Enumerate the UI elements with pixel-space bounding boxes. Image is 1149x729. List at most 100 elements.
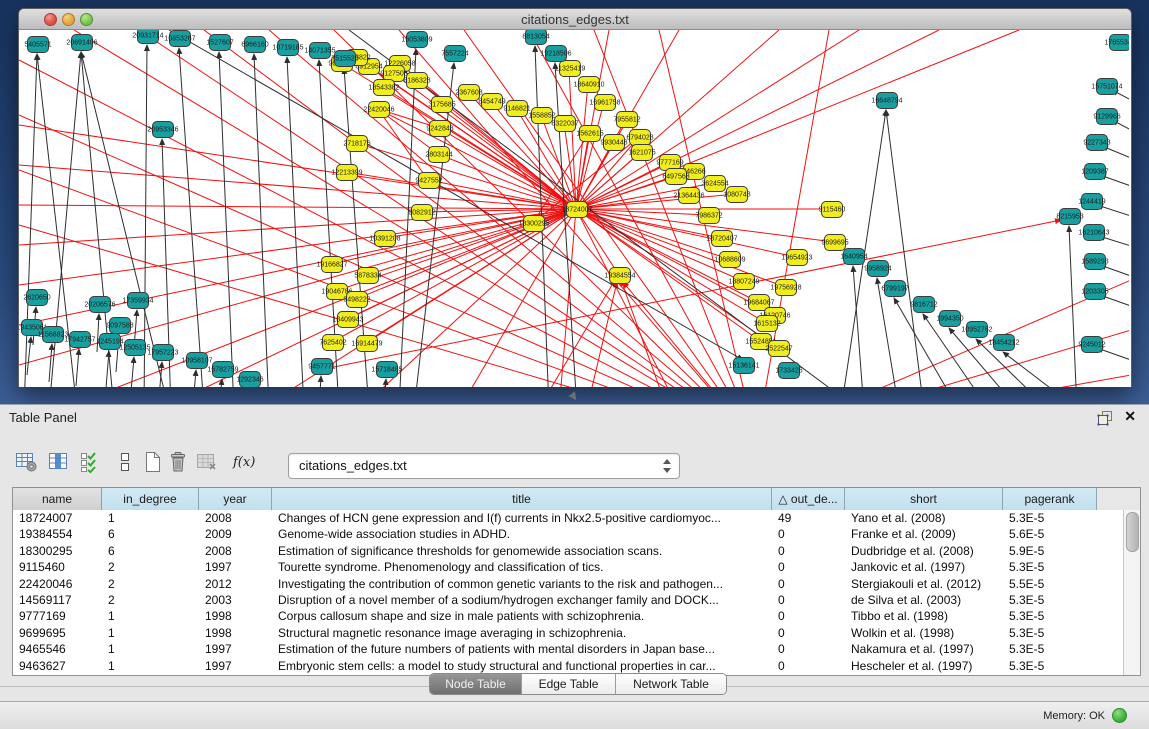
network-node[interactable]: 18409943 bbox=[337, 311, 359, 328]
network-node[interactable]: 17942757 bbox=[69, 331, 91, 348]
network-node[interactable]: 19218506 bbox=[545, 45, 567, 62]
network-node[interactable]: 9498222 bbox=[346, 291, 368, 308]
network-node[interactable]: 7557224 bbox=[444, 45, 466, 62]
network-node[interactable]: 15718485 bbox=[376, 361, 398, 378]
network-node[interactable]: 6497568 bbox=[665, 168, 687, 185]
network-node[interactable]: 8215953 bbox=[1059, 208, 1081, 225]
network-node[interactable]: 1562615 bbox=[579, 125, 601, 142]
network-node[interactable]: 6799197 bbox=[884, 280, 906, 297]
new-document-icon[interactable] bbox=[140, 449, 166, 477]
tab-edge-table[interactable]: Edge Table bbox=[522, 674, 616, 694]
network-node[interactable]: 2367608 bbox=[458, 84, 480, 101]
network-node[interactable]: 8454749 bbox=[481, 93, 503, 110]
vertical-scrollbar[interactable] bbox=[1123, 510, 1140, 675]
network-node[interactable]: 18543382 bbox=[373, 79, 395, 96]
column-header-year[interactable]: year bbox=[199, 488, 272, 510]
network-node[interactable]: 20691406 bbox=[71, 34, 93, 51]
select-all-check-icon[interactable] bbox=[78, 449, 104, 477]
network-node[interactable]: 20206576 bbox=[89, 296, 111, 313]
network-node[interactable]: 10719185 bbox=[277, 39, 299, 56]
network-node[interactable]: 10688609 bbox=[719, 251, 741, 268]
network-node[interactable]: 1245194 bbox=[99, 333, 121, 350]
network-node[interactable]: 18300295 bbox=[523, 215, 545, 232]
network-node[interactable]: 9699695 bbox=[824, 234, 846, 251]
network-node[interactable]: 10391208 bbox=[374, 230, 396, 247]
table-column-icon[interactable] bbox=[46, 449, 72, 477]
network-node[interactable]: 1621075 bbox=[631, 144, 653, 161]
network-node[interactable]: 1994350 bbox=[939, 310, 961, 327]
scrollbar-thumb[interactable] bbox=[1126, 512, 1139, 552]
network-node[interactable]: 3624554 bbox=[704, 175, 726, 192]
table-row[interactable]: 969969511998Structural magnetic resonanc… bbox=[13, 625, 1124, 641]
network-canvas[interactable]: 1872400796601248912954122260589127508818… bbox=[19, 30, 1129, 387]
network-node[interactable]: 9146821 bbox=[506, 100, 528, 117]
network-node[interactable]: 16648794 bbox=[876, 92, 898, 109]
network-node[interactable]: 9930448 bbox=[603, 134, 625, 151]
network-node[interactable]: 8186328 bbox=[406, 72, 428, 89]
column-header-name[interactable]: name bbox=[13, 488, 102, 510]
network-node[interactable]: 5405571 bbox=[27, 36, 49, 53]
table-row[interactable]: 911546021997Tourette syndrome. Phenomeno… bbox=[13, 559, 1124, 575]
table-row[interactable]: 2242004622012Investigating the contribut… bbox=[13, 576, 1124, 592]
table-selector-dropdown[interactable]: citations_edges.txt bbox=[288, 453, 680, 479]
network-node[interactable]: 17359934 bbox=[127, 292, 149, 309]
table-row[interactable]: 946362711997Embryonic stem cells: a mode… bbox=[13, 658, 1124, 674]
table-row[interactable]: 1830029562008Estimation of significance … bbox=[13, 543, 1124, 559]
column-header-in_degree[interactable]: in_degree bbox=[102, 488, 199, 510]
table-row[interactable]: 1938455462009Genome-wide association stu… bbox=[13, 526, 1124, 542]
network-node[interactable]: 1558852 bbox=[531, 107, 553, 124]
network-node[interactable]: 9816712 bbox=[913, 296, 935, 313]
network-node[interactable]: 19166827 bbox=[321, 256, 343, 273]
network-node[interactable]: 3175685 bbox=[431, 96, 453, 113]
column-header-out_de[interactable]: △ out_de... bbox=[772, 488, 845, 510]
network-node[interactable]: 1292346 bbox=[239, 371, 261, 387]
network-node[interactable]: 10958107 bbox=[186, 352, 208, 369]
network-node[interactable]: 10952762 bbox=[966, 321, 988, 338]
network-node[interactable]: 16914479 bbox=[356, 335, 378, 352]
network-node[interactable]: 1615132 bbox=[756, 315, 778, 332]
table-row[interactable]: 1456911722003Disruption of a novel membe… bbox=[13, 592, 1124, 608]
network-node[interactable]: 16782759 bbox=[212, 361, 234, 378]
network-node[interactable]: 9097588 bbox=[109, 317, 131, 334]
table-row[interactable]: 946554611997Estimation of the future num… bbox=[13, 641, 1124, 657]
tab-node-table[interactable]: Node Table bbox=[430, 674, 522, 694]
network-node[interactable]: 12505135 bbox=[124, 339, 146, 356]
network-node[interactable]: 22420046 bbox=[368, 101, 390, 118]
network-node[interactable]: 1589293 bbox=[1084, 253, 1106, 270]
network-node[interactable]: 9115460 bbox=[821, 201, 843, 218]
network-node[interactable]: 15751074 bbox=[1096, 78, 1118, 95]
network-node[interactable]: 9242848 bbox=[429, 120, 451, 137]
column-header-short[interactable]: short bbox=[845, 488, 1003, 510]
network-node[interactable]: 16961758 bbox=[594, 94, 616, 111]
network-node[interactable]: 9227343 bbox=[1086, 134, 1108, 151]
network-node[interactable]: 7955812 bbox=[616, 111, 638, 128]
network-node[interactable]: 1640954 bbox=[843, 248, 865, 265]
network-node[interactable]: 6966160 bbox=[244, 36, 266, 53]
network-node[interactable]: 2620650 bbox=[26, 289, 48, 306]
network-node[interactable]: 16053809 bbox=[406, 31, 428, 48]
network-node[interactable]: 2718176 bbox=[346, 135, 368, 152]
tab-network-table[interactable]: Network Table bbox=[616, 674, 726, 694]
network-node[interactable]: 7625402 bbox=[322, 334, 344, 351]
delete-trash-icon[interactable] bbox=[166, 449, 192, 477]
network-node[interactable]: 20931714 bbox=[137, 30, 159, 44]
network-node[interactable]: 18807249 bbox=[733, 273, 755, 290]
network-node[interactable]: 19654923 bbox=[786, 249, 808, 266]
network-node[interactable]: 9457771 bbox=[311, 358, 333, 375]
network-node[interactable]: 10653267 bbox=[169, 30, 191, 47]
network-node[interactable]: 1209387 bbox=[1084, 163, 1106, 180]
window-titlebar[interactable]: citations_edges.txt bbox=[19, 9, 1131, 30]
column-header-title[interactable]: title bbox=[272, 488, 772, 510]
network-node[interactable]: 1080748 bbox=[726, 186, 748, 203]
network-node[interactable]: 17957223 bbox=[152, 344, 174, 361]
network-node[interactable]: 11568823 bbox=[42, 326, 64, 343]
network-node[interactable]: 1203305 bbox=[1084, 283, 1106, 300]
network-node[interactable]: 19384554 bbox=[609, 267, 631, 284]
network-node[interactable]: 7986372 bbox=[698, 207, 720, 224]
network-node[interactable]: 9129966 bbox=[1096, 108, 1118, 125]
network-node[interactable]: 7515526 bbox=[334, 50, 356, 67]
network-node[interactable]: 17655344 bbox=[1109, 34, 1129, 51]
table-row[interactable]: 1872400712008Changes of HCN gene express… bbox=[13, 510, 1124, 526]
network-node[interactable]: 14071355 bbox=[309, 42, 331, 59]
function-fx-icon[interactable]: f(x) bbox=[230, 449, 256, 477]
